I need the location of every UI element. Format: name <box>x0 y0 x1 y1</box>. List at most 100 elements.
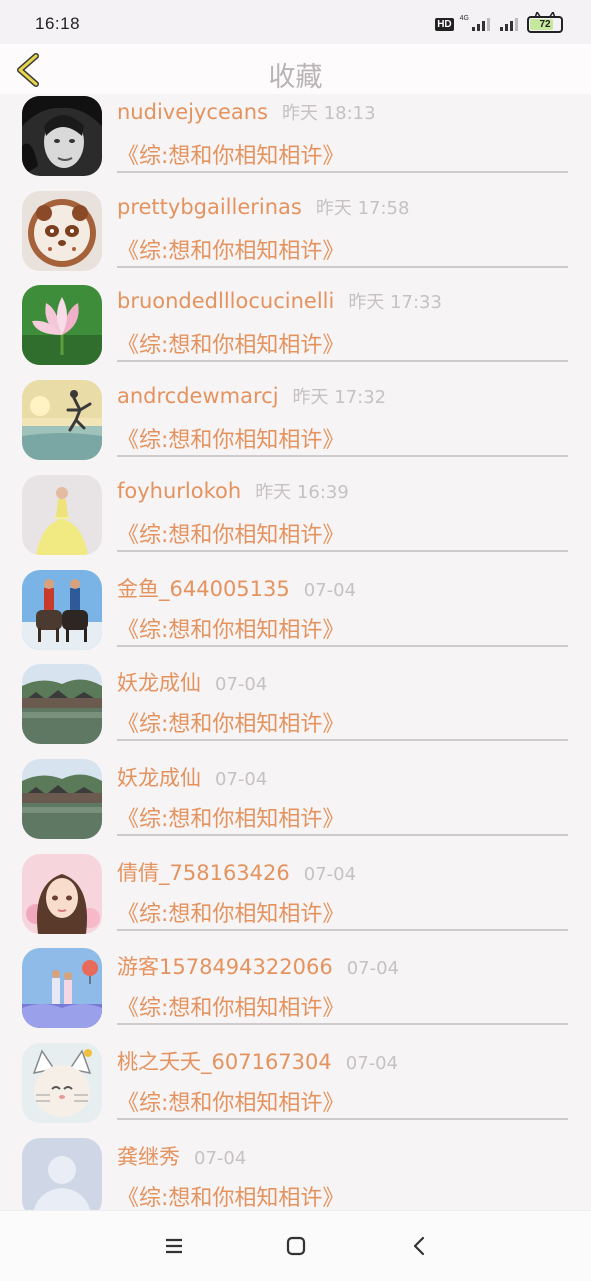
user-name-text: 妖龙成仙 <box>117 671 201 695</box>
user-name-text: 桃之夭夭_607167304 <box>117 1050 332 1074</box>
row-divider <box>117 739 568 741</box>
avatar[interactable] <box>22 664 102 744</box>
timestamp: 07-04 <box>194 1148 247 1169</box>
timestamp: 07-04 <box>346 958 400 979</box>
timestamp: 昨天 17:58 <box>315 198 410 219</box>
favorite-item[interactable]: 龚继秀 07-04 《综:想和你相知相许》 <box>0 1136 591 1210</box>
avatar[interactable] <box>22 948 102 1028</box>
user-name[interactable]: 妖龙成仙 07-04 <box>117 762 267 792</box>
avatar[interactable] <box>22 1043 102 1123</box>
user-name[interactable]: foyhurlokoh 昨天 16:39 <box>117 478 349 504</box>
book-title[interactable]: 《综:想和你相知相许》 <box>117 706 344 738</box>
user-name-text: andrcdewmarcj <box>117 384 279 408</box>
favorite-item[interactable]: 妖龙成仙 07-04 《综:想和你相知相许》 <box>0 662 591 757</box>
user-name[interactable]: 金鱼_644005135 07-04 <box>117 573 356 603</box>
user-name-text: 游客1578494322066 <box>117 955 333 979</box>
status-bar: 16:18 HD 4G 72 <box>0 0 591 44</box>
user-name[interactable]: 倩倩_758163426 07-04 <box>117 857 356 887</box>
favorite-item[interactable]: 妖龙成仙 07-04 《综:想和你相知相许》 <box>0 757 591 852</box>
favorite-item[interactable]: nudivejyceans 昨天 18:13 《综:想和你相知相许》 <box>0 94 591 189</box>
user-name[interactable]: 游客1578494322066 07-04 <box>117 951 399 981</box>
avatar[interactable] <box>22 570 102 650</box>
avatar[interactable] <box>22 854 102 934</box>
book-title[interactable]: 《综:想和你相知相许》 <box>117 327 344 359</box>
user-name[interactable]: bruondedlllocucinelli 昨天 17:33 <box>117 288 442 314</box>
timestamp: 07-04 <box>303 864 357 885</box>
menu-button[interactable] <box>161 1233 187 1259</box>
book-title[interactable]: 《综:想和你相知相许》 <box>117 233 344 265</box>
timestamp: 昨天 18:13 <box>281 103 376 124</box>
avatar[interactable] <box>22 475 102 555</box>
row-divider <box>117 171 568 173</box>
hd-badge: HD <box>435 17 454 31</box>
timestamp: 07-04 <box>215 674 268 695</box>
avatar[interactable] <box>22 759 102 839</box>
timestamp: 昨天 16:39 <box>255 482 349 503</box>
user-name-text: 龚继秀 <box>117 1145 180 1169</box>
user-name-text: 倩倩_758163426 <box>117 861 290 885</box>
home-button[interactable] <box>283 1233 309 1259</box>
favorite-item[interactable]: 金鱼_644005135 07-04 《综:想和你相知相许》 <box>0 568 591 663</box>
row-divider <box>117 1118 568 1120</box>
user-name-text: 妖龙成仙 <box>117 766 201 790</box>
system-nav-bar <box>0 1210 591 1281</box>
signal-icon <box>472 18 490 31</box>
user-name[interactable]: andrcdewmarcj 昨天 17:32 <box>117 383 386 409</box>
favorite-item[interactable]: andrcdewmarcj 昨天 17:32 《综:想和你相知相许》 <box>0 378 591 473</box>
avatar[interactable] <box>22 380 102 460</box>
row-divider <box>117 455 568 457</box>
home-square-icon <box>286 1236 306 1256</box>
favorite-item[interactable]: foyhurlokoh 昨天 16:39 《综:想和你相知相许》 <box>0 473 591 568</box>
signal-icon-2 <box>500 18 518 31</box>
page-title: 收藏 <box>268 62 323 93</box>
avatar[interactable] <box>22 191 102 271</box>
favorite-item[interactable]: bruondedlllocucinelli 昨天 17:33 《综:想和你相知相许》 <box>0 283 591 378</box>
avatar[interactable] <box>22 285 102 365</box>
favorite-item[interactable]: 游客1578494322066 07-04 《综:想和你相知相许》 <box>0 946 591 1041</box>
network-label: 4G <box>459 14 469 22</box>
timestamp: 昨天 17:33 <box>348 292 442 313</box>
book-title[interactable]: 《综:想和你相知相许》 <box>117 990 344 1022</box>
row-divider <box>117 360 568 362</box>
user-name-text: 金鱼_644005135 <box>117 577 290 601</box>
book-title[interactable]: 《综:想和你相知相许》 <box>117 517 344 549</box>
row-divider <box>117 929 568 931</box>
back-arrow-icon <box>413 1236 425 1256</box>
timestamp: 昨天 17:32 <box>292 387 387 408</box>
timestamp: 07-04 <box>303 580 357 601</box>
battery-level: 72 <box>539 18 551 30</box>
timestamp: 07-04 <box>215 769 268 790</box>
book-title[interactable]: 《综:想和你相知相许》 <box>117 896 344 928</box>
user-name[interactable]: 桃之夭夭_607167304 07-04 <box>117 1046 398 1076</box>
avatar[interactable] <box>22 96 102 176</box>
user-name-text: prettybgaillerinas <box>117 195 302 219</box>
row-divider <box>117 1023 568 1025</box>
book-title[interactable]: 《综:想和你相知相许》 <box>117 422 344 454</box>
favorite-item[interactable]: 倩倩_758163426 07-04 《综:想和你相知相许》 <box>0 852 591 947</box>
status-icons: HD 4G 72 <box>435 11 563 34</box>
book-title[interactable]: 《综:想和你相知相许》 <box>117 1180 344 1210</box>
nav-back-button[interactable] <box>407 1233 433 1259</box>
user-name[interactable]: nudivejyceans 昨天 18:13 <box>117 99 376 125</box>
user-name-text: nudivejyceans <box>117 100 268 124</box>
book-title[interactable]: 《综:想和你相知相许》 <box>117 612 344 644</box>
timestamp: 07-04 <box>345 1053 399 1074</box>
avatar[interactable] <box>22 1138 102 1210</box>
header: 收藏 <box>0 44 591 94</box>
favorites-list: nudivejyceans 昨天 18:13 《综:想和你相知相许》 prettybg… <box>0 94 591 1210</box>
user-name-text: foyhurlokoh <box>117 479 242 503</box>
user-name[interactable]: 龚继秀 07-04 <box>117 1141 246 1171</box>
favorite-item[interactable]: prettybgaillerinas 昨天 17:58 《综:想和你相知相许》 <box>0 189 591 284</box>
battery-icon: 72 <box>527 11 563 33</box>
user-name[interactable]: 妖龙成仙 07-04 <box>117 667 267 697</box>
favorite-item[interactable]: 桃之夭夭_607167304 07-04 《综:想和你相知相许》 <box>0 1041 591 1136</box>
user-name[interactable]: prettybgaillerinas 昨天 17:58 <box>117 194 409 220</box>
menu-icon <box>166 1238 182 1254</box>
row-divider <box>117 550 568 552</box>
book-title[interactable]: 《综:想和你相知相许》 <box>117 1085 344 1117</box>
row-divider <box>117 645 568 647</box>
book-title[interactable]: 《综:想和你相知相许》 <box>117 138 344 170</box>
book-title[interactable]: 《综:想和你相知相许》 <box>117 801 344 833</box>
row-divider <box>117 266 568 268</box>
row-divider <box>117 834 568 836</box>
